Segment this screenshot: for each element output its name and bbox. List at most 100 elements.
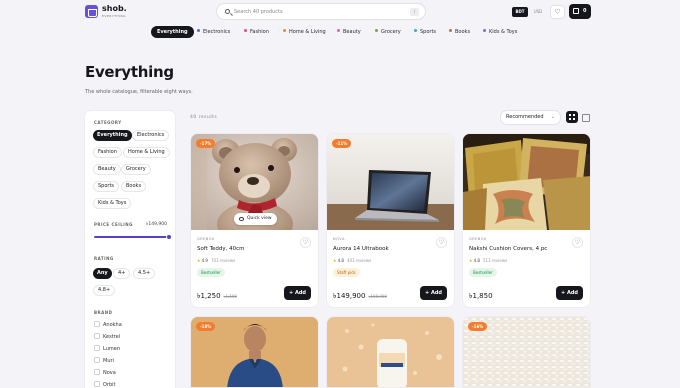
cart-button[interactable]: 0: [569, 4, 591, 19]
brand-checkbox-orbit[interactable]: Orbit: [94, 380, 116, 388]
checkbox-icon[interactable]: [94, 332, 100, 339]
currency-bdt-toggle[interactable]: BDT: [512, 7, 528, 17]
checkbox-icon[interactable]: [94, 380, 100, 387]
list-view-toggle[interactable]: [580, 111, 590, 123]
product-name[interactable]: Aurora 14 Ultrabook: [333, 246, 389, 252]
brand-label: Kestrel: [103, 334, 121, 340]
product-image-sunscreen[interactable]: [327, 317, 454, 387]
add-label: Add: [294, 290, 306, 296]
filter-heading-price: PRICE CEILING: [94, 222, 133, 227]
product-name[interactable]: Nakshi Cushion Covers, 4 pc: [469, 246, 547, 252]
nav-tab-label: Kids & Toys: [489, 29, 518, 35]
product-card[interactable]: [326, 316, 455, 388]
product-card[interactable]: GREBOX ♡ Nakshi Cushion Covers, 4 pc ★4.…: [462, 133, 591, 308]
search-icon: [225, 9, 230, 14]
heart-icon: ♡: [438, 239, 445, 246]
wishlist-heart-button[interactable]: ♡: [436, 237, 447, 248]
nav-tab-sports[interactable]: Sports: [414, 26, 436, 38]
checkbox-icon[interactable]: [94, 356, 100, 363]
category-dot-icon: [414, 29, 417, 32]
add-to-cart-button[interactable]: + Add: [420, 286, 447, 300]
chevron-down-icon: ⌄: [550, 114, 555, 120]
nav-tab-grocery[interactable]: Grocery: [375, 26, 401, 38]
filter-chip-home-living[interactable]: Home & Living: [123, 147, 170, 158]
quick-view-button[interactable]: Quick view: [234, 213, 277, 225]
nav-tab-label: Grocery: [381, 29, 401, 35]
product-rating: ★4.9 703 reviews: [197, 258, 235, 263]
star-icon: ★: [197, 258, 201, 263]
review-count: 403 reviews: [346, 258, 372, 263]
rating-value: 4.8: [337, 258, 344, 263]
product-image-shirt[interactable]: -18%: [191, 317, 318, 387]
rating-chip-4-8[interactable]: 4.8+: [93, 285, 116, 296]
grid-view-toggle[interactable]: [566, 111, 578, 123]
filter-chip-grocery[interactable]: Grocery: [121, 164, 151, 175]
product-card[interactable]: -17% Quick view GREBOX ♡ Soft Teddy, 40c…: [190, 133, 319, 308]
add-to-cart-button[interactable]: + Add: [556, 286, 583, 300]
checkbox-icon[interactable]: [94, 368, 100, 375]
category-dot-icon: [337, 29, 340, 32]
rating-chip-any[interactable]: Any: [93, 268, 112, 279]
heart-icon: ♡: [302, 239, 309, 246]
brand-checkbox-anokha[interactable]: Anokha: [94, 320, 122, 329]
filter-chip-electronics[interactable]: Electronics: [132, 130, 170, 141]
star-icon: ★: [333, 258, 337, 263]
nav-tab-home-living[interactable]: Home & Living: [283, 26, 326, 38]
filter-chip-beauty[interactable]: Beauty: [93, 164, 121, 175]
rating-chip-4-5[interactable]: 4.5+: [133, 268, 156, 279]
product-image-cushions[interactable]: [463, 134, 590, 230]
filter-chip-kids-toys[interactable]: Kids & Toys: [93, 198, 132, 209]
product-tag: Bestseller: [197, 268, 225, 277]
price-ceiling-slider[interactable]: [94, 234, 172, 240]
nav-tab-everything[interactable]: Everything: [151, 26, 194, 38]
product-name[interactable]: Soft Teddy, 40cm: [197, 246, 245, 252]
product-image-laptop[interactable]: -11%: [327, 134, 454, 230]
wishlist-heart-button[interactable]: ♡: [572, 237, 583, 248]
shop-logo-icon[interactable]: [85, 5, 98, 18]
brand-name[interactable]: shob.: [102, 4, 127, 13]
sort-label: Recommended: [506, 114, 544, 120]
checkbox-icon[interactable]: [94, 320, 100, 327]
nav-tab-fashion[interactable]: Fashion: [244, 26, 269, 38]
brand-checkbox-lumen[interactable]: Lumen: [94, 344, 120, 353]
product-image-rice[interactable]: -16%: [463, 317, 590, 387]
product-tag: Bestseller: [469, 268, 497, 277]
search-bar[interactable]: /: [216, 3, 426, 20]
wishlist-button[interactable]: ♡: [550, 5, 565, 19]
add-label: Add: [430, 290, 442, 296]
filter-chip-books[interactable]: Books: [121, 181, 147, 192]
brand-label: Lumen: [103, 346, 120, 352]
sort-dropdown[interactable]: Recommended ⌄: [500, 110, 561, 125]
nav-tab-label: Home & Living: [289, 29, 326, 35]
product-rating: ★4.8 403 reviews: [333, 258, 371, 263]
original-price: ৳168,000: [368, 294, 387, 299]
nav-tab-electronics[interactable]: Electronics: [197, 26, 230, 38]
brand-label: Nova: [103, 370, 116, 376]
currency-usd-toggle[interactable]: USD: [530, 7, 546, 17]
filter-chip-fashion[interactable]: Fashion: [93, 147, 122, 158]
slider-handle[interactable]: [166, 234, 172, 240]
nav-tab-books[interactable]: Books: [449, 26, 470, 38]
brand-checkbox-nova[interactable]: Nova: [94, 368, 116, 377]
wishlist-heart-button[interactable]: ♡: [300, 237, 311, 248]
brand-label: Anokha: [103, 322, 122, 328]
current-price: ৳149,900: [333, 292, 366, 300]
product-card[interactable]: -11% NOVA ♡ Aurora 14 Ultrabook ★4.8 403 …: [326, 133, 455, 308]
nav-tab-label: Electronics: [203, 29, 231, 35]
filter-chip-sports[interactable]: Sports: [93, 181, 120, 192]
search-input[interactable]: [234, 7, 404, 17]
filter-heading-brand: BRAND: [94, 310, 113, 315]
product-image-teddy[interactable]: -17% Quick view: [191, 134, 318, 230]
brand-checkbox-muri[interactable]: Muri: [94, 356, 114, 365]
nav-tab-kids-toys[interactable]: Kids & Toys: [483, 26, 517, 38]
brand-checkbox-kestrel[interactable]: Kestrel: [94, 332, 121, 341]
nav-tab-beauty[interactable]: Beauty: [337, 26, 361, 38]
product-card[interactable]: -16%: [462, 316, 591, 388]
top-bar: shob. EVERYTHING / BDT USD ♡ 0: [0, 0, 680, 22]
checkbox-icon[interactable]: [94, 344, 100, 351]
filter-chip-everything[interactable]: Everything: [93, 130, 132, 141]
product-card[interactable]: -18%: [190, 316, 319, 388]
category-dot-icon: [449, 29, 452, 32]
rating-chip-4[interactable]: 4+: [113, 268, 131, 279]
add-to-cart-button[interactable]: + Add: [284, 286, 311, 300]
